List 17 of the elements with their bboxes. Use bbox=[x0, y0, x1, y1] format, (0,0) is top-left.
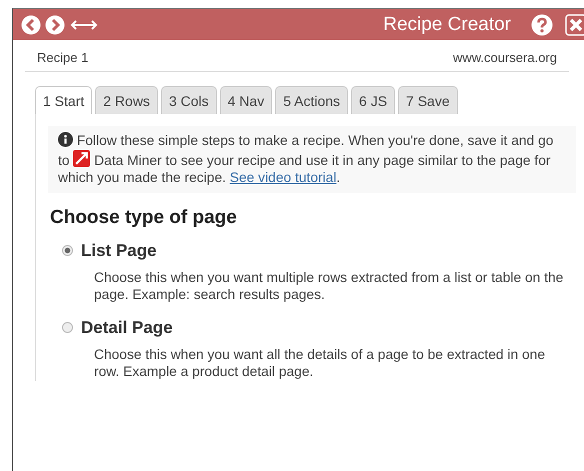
tab[interactable]: 2 Rows bbox=[95, 86, 158, 114]
site-url: www.coursera.org bbox=[452, 50, 557, 65]
section-heading: Choose type of page bbox=[50, 206, 238, 228]
tab[interactable]: 5 Actions bbox=[275, 86, 348, 114]
tab[interactable]: 4 Nav bbox=[220, 86, 272, 114]
window-title: Recipe Creator bbox=[383, 14, 511, 36]
option-description: Choose this when you want all the details of a page to be extracted in one row. Example a product detail page. bbox=[94, 346, 546, 380]
info-text: Follow these simple steps to make a recipe. When you're done, save it and go to Data Miner to see your recipe and use it in any page similar to the page for which you made the recipe. See video tutorial. bbox=[48, 126, 576, 192]
tab[interactable]: 1 Start bbox=[35, 86, 92, 114]
tab[interactable]: 7 Save bbox=[398, 86, 458, 114]
recipe-name: Recipe 1 bbox=[37, 50, 88, 65]
tab[interactable]: 3 Cols bbox=[160, 86, 217, 114]
option-label: Detail Page bbox=[81, 318, 173, 338]
tab[interactable]: 6 JS bbox=[351, 86, 396, 114]
option-label: List Page bbox=[81, 240, 157, 260]
option-description: Choose this when you want multiple rows extracted from a list or table on the page. Example: search results pages. bbox=[94, 268, 564, 304]
video-tutorial-link[interactable]: See video tutorial bbox=[230, 170, 336, 185]
